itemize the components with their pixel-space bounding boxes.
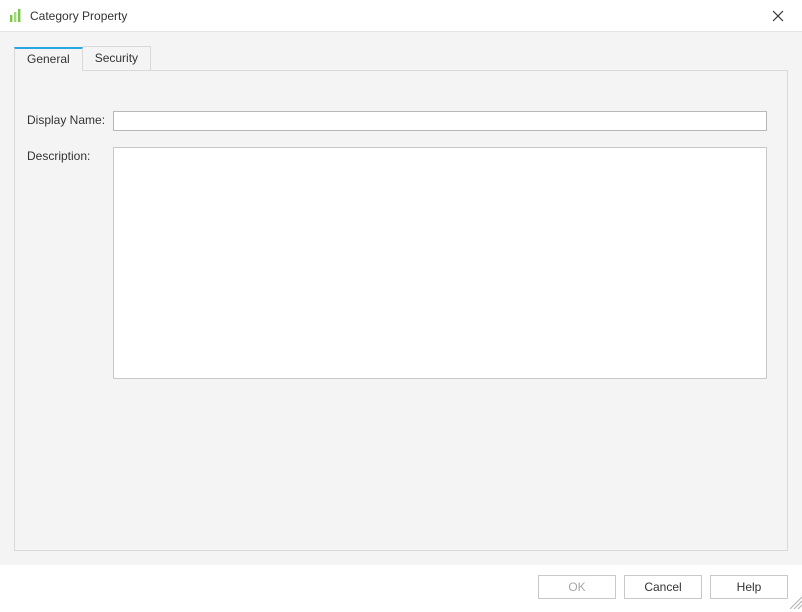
button-label: Help [737,580,762,594]
close-button[interactable] [762,2,794,30]
window-title: Category Property [30,9,762,23]
resize-grip[interactable] [786,593,802,609]
ok-button[interactable]: OK [538,575,616,599]
close-icon [772,10,784,22]
display-name-label: Display Name: [27,111,113,127]
cancel-button[interactable]: Cancel [624,575,702,599]
tab-security[interactable]: Security [83,46,151,70]
tab-label: Security [95,51,138,65]
tab-label: General [27,52,70,66]
display-name-row: Display Name: [27,111,767,131]
description-input[interactable] [113,147,767,379]
description-label: Description: [27,147,113,163]
description-row: Description: [27,147,767,379]
titlebar: Category Property [0,0,802,32]
app-icon [8,8,24,24]
display-name-input[interactable] [113,111,767,131]
tab-general[interactable]: General [14,47,83,71]
tabstrip: General Security [14,46,788,70]
button-bar: OK Cancel Help [538,575,788,599]
tabpanel-general: Display Name: Description: [14,70,788,551]
content-area: General Security Display Name: Descripti… [0,32,802,565]
button-label: OK [568,580,585,594]
button-label: Cancel [644,580,681,594]
help-button[interactable]: Help [710,575,788,599]
resize-grip-icon [786,593,802,609]
